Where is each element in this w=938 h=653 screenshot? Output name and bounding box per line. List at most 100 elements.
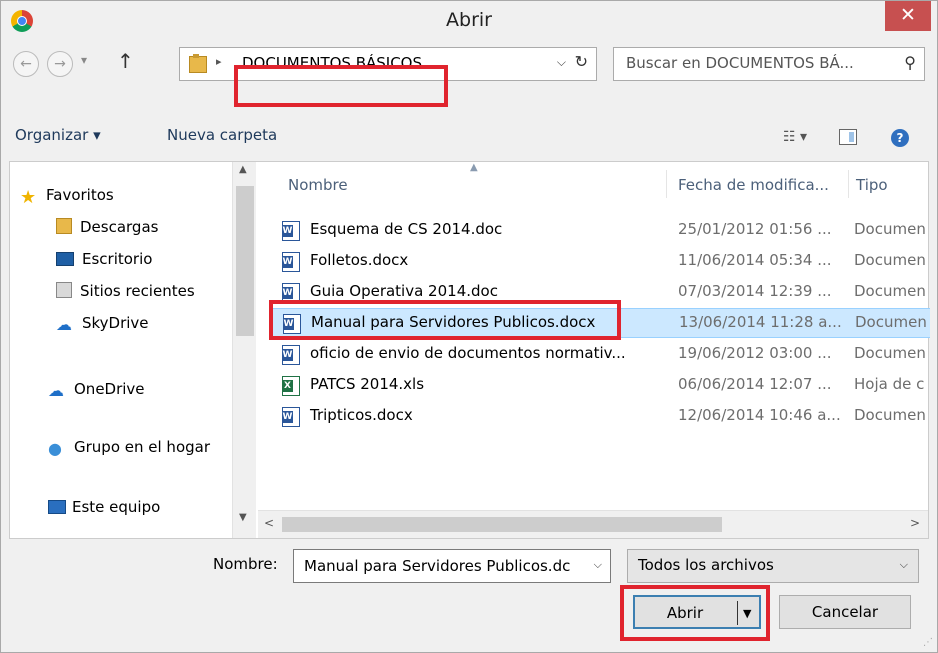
sidebar-item-label: SkyDrive [82, 314, 149, 332]
sidebar-item-escritorio[interactable]: Escritorio [56, 250, 152, 274]
column-header-type[interactable]: Tipo [856, 176, 888, 194]
file-date: 25/01/2012 01:56 ... [678, 220, 832, 238]
recent-places-icon [56, 282, 72, 298]
column-header-name[interactable]: Nombre [288, 176, 348, 194]
file-date: 19/06/2012 03:00 ... [678, 344, 832, 362]
help-icon[interactable]: ? [891, 129, 909, 147]
file-type-filter[interactable]: Todos los archivos ⌵ [627, 549, 919, 583]
file-row[interactable]: oficio de envio de documentos normativ..… [272, 340, 930, 370]
browser-body: ★ Favoritos Descargas Escritorio Sitios r… [9, 161, 930, 539]
sidebar-item-skydrive[interactable]: ☁ SkyDrive [56, 314, 149, 338]
up-folder-button[interactable]: ↑ [117, 49, 134, 73]
open-button-label[interactable]: Abrir [635, 597, 735, 629]
breadcrumb-chevron-icon[interactable]: ▸ [216, 55, 222, 68]
close-button[interactable]: ✕ [885, 1, 931, 31]
homegroup-icon: ● [48, 439, 62, 458]
search-icon[interactable]: ⚲ [904, 53, 916, 72]
sidebar-item-label: Favoritos [46, 186, 114, 204]
excel-icon [282, 376, 300, 396]
back-button[interactable]: ← [13, 51, 39, 77]
sidebar-item-descargas[interactable]: Descargas [56, 218, 158, 242]
sidebar-item-label: Descargas [80, 218, 159, 236]
sidebar-item-label: Este equipo [72, 498, 161, 516]
scroll-up-arrow-icon[interactable]: ▲ [239, 164, 247, 175]
horizontal-scrollbar[interactable]: < > [258, 510, 928, 538]
file-type: Documen [854, 282, 926, 300]
file-name-field[interactable]: Manual para Servidores Publicos.dc ⌵ [293, 549, 611, 583]
change-view-icon[interactable]: ☷ ▾ [783, 129, 807, 145]
address-dropdown-icon[interactable]: ⌵ [557, 55, 566, 70]
column-divider[interactable] [848, 170, 849, 198]
address-bar[interactable]: ▸ DOCUMENTOS BÁSICOS ⌵ ↻ [179, 47, 597, 81]
file-name: PATCS 2014.xls [310, 375, 425, 393]
navigation-pane: ★ Favoritos Descargas Escritorio Sitios r… [10, 162, 232, 532]
open-options-dropdown-icon[interactable]: ▼ [743, 598, 751, 630]
file-row-selected[interactable]: Manual para Servidores Publicos.docx 13/… [272, 308, 930, 338]
split-divider [737, 601, 738, 625]
scroll-right-arrow-icon[interactable]: > [910, 516, 920, 530]
file-row[interactable]: Tripticos.docx 12/06/2014 10:46 a... Doc… [272, 402, 930, 432]
sidebar-item-sitios-recientes[interactable]: Sitios recientes [56, 282, 195, 306]
sort-ascending-icon: ▲ [470, 162, 478, 173]
refresh-icon[interactable]: ↻ [575, 52, 588, 71]
sidebar-item-onedrive[interactable]: ☁ OneDrive [48, 380, 145, 404]
star-icon: ★ [20, 187, 37, 208]
search-box[interactable]: Buscar en DOCUMENTOS BÁ... ⚲ [613, 47, 925, 81]
scroll-left-arrow-icon[interactable]: < [264, 516, 274, 530]
navigation-scrollbar[interactable]: ▲ ▼ [232, 162, 256, 538]
title-bar: Abrir ✕ [1, 1, 937, 41]
file-name-label: Nombre: [213, 555, 278, 573]
word-doc-icon [282, 345, 300, 365]
column-divider[interactable] [666, 170, 667, 198]
file-name: Guia Operativa 2014.doc [310, 282, 498, 300]
column-header-date[interactable]: Fecha de modifica... [678, 176, 829, 194]
recent-locations-dropdown[interactable]: ▾ [81, 53, 87, 67]
preview-pane-icon[interactable] [839, 129, 857, 145]
sidebar-item-label: Sitios recientes [80, 282, 195, 300]
onedrive-icon: ☁ [48, 381, 64, 400]
file-name: Tripticos.docx [310, 406, 413, 424]
file-row[interactable]: Guia Operativa 2014.doc 07/03/2014 12:39… [272, 278, 930, 308]
sidebar-item-este-equipo[interactable]: Este equipo [48, 498, 160, 522]
address-path[interactable]: DOCUMENTOS BÁSICOS [242, 54, 422, 72]
file-list: ▲ Nombre Fecha de modifica... Tipo Esque… [258, 162, 930, 510]
search-input[interactable]: Buscar en DOCUMENTOS BÁ... [626, 54, 854, 72]
file-date: 12/06/2014 10:46 a... [678, 406, 841, 424]
chevron-down-icon[interactable]: ⌵ [900, 558, 908, 572]
file-name-value[interactable]: Manual para Servidores Publicos.dc [304, 557, 584, 575]
new-folder-button[interactable]: Nueva carpeta [167, 126, 277, 144]
word-docx-icon [282, 407, 300, 427]
file-type: Documen [855, 313, 927, 331]
downloads-icon [56, 218, 72, 234]
scroll-down-arrow-icon[interactable]: ▼ [239, 512, 247, 523]
scrollbar-thumb[interactable] [236, 186, 254, 336]
file-row[interactable]: Esquema de CS 2014.doc 25/01/2012 01:56 … [272, 216, 930, 246]
forward-button[interactable]: → [47, 51, 73, 77]
skydrive-icon: ☁ [56, 315, 72, 334]
cancel-button[interactable]: Cancelar [779, 595, 911, 629]
word-doc-icon [282, 221, 300, 241]
desktop-icon [56, 252, 74, 266]
sidebar-item-label: OneDrive [74, 380, 145, 398]
file-row[interactable]: PATCS 2014.xls 06/06/2014 12:07 ... Hoja… [272, 371, 930, 401]
word-docx-icon [283, 314, 301, 334]
navigation-bar: ← → ▾ ↑ ▸ DOCUMENTOS BÁSICOS ⌵ ↻ Buscar … [1, 41, 937, 87]
scrollbar-thumb[interactable] [282, 517, 722, 532]
file-date: 07/03/2014 12:39 ... [678, 282, 832, 300]
open-file-dialog: Abrir ✕ ← → ▾ ↑ ▸ DOCUMENTOS BÁSICOS ⌵ ↻… [0, 0, 938, 653]
sidebar-item-favoritos[interactable]: ★ Favoritos [20, 186, 114, 210]
file-date: 06/06/2014 12:07 ... [678, 375, 832, 393]
file-type: Documen [854, 406, 926, 424]
file-row[interactable]: Folletos.docx 11/06/2014 05:34 ... Docum… [272, 247, 930, 277]
sidebar-item-grupo-hogar[interactable]: ● Grupo en el hogar [48, 438, 210, 462]
chevron-down-icon[interactable]: ⌵ [594, 558, 602, 572]
file-name: Manual para Servidores Publicos.docx [311, 313, 596, 331]
organize-menu[interactable]: Organizar ▾ [15, 126, 101, 144]
file-type: Hoja de c [854, 375, 925, 393]
file-type-filter-value[interactable]: Todos los archivos [638, 556, 774, 574]
dialog-title: Abrir [446, 9, 492, 31]
file-name: Esquema de CS 2014.doc [310, 220, 503, 238]
file-date: 13/06/2014 11:28 a... [679, 313, 842, 331]
resize-grip-icon[interactable]: ⋰ [923, 637, 933, 648]
open-button[interactable]: Abrir ▼ [633, 595, 761, 629]
